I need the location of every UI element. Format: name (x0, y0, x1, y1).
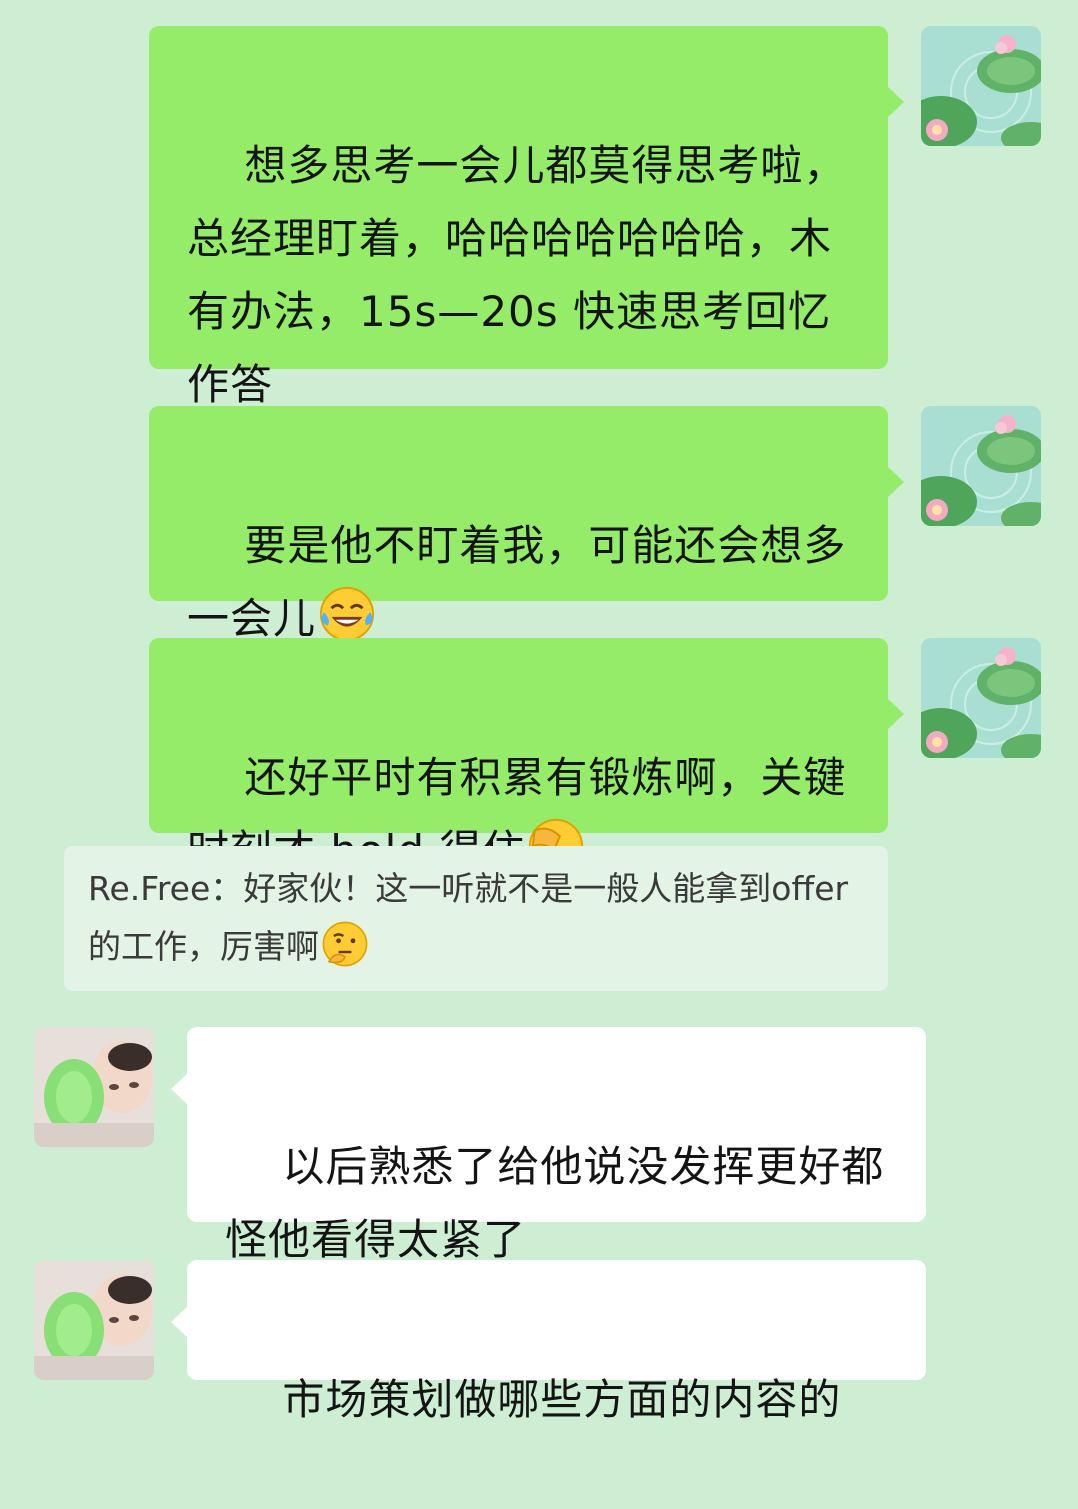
girl-with-bottle-avatar-image (34, 1027, 154, 1147)
avatar-other[interactable] (34, 1260, 154, 1380)
avatar-self[interactable] (921, 406, 1041, 526)
quoted-message[interactable]: Re.Free：好家伙！这一听就不是一般人能拿到offer的工作，厉害啊 (64, 846, 888, 991)
lotus-pond-avatar-image (921, 406, 1041, 526)
message-bubble-outgoing[interactable]: 想多思考一会儿都莫得思考啦，总经理盯着，哈哈哈哈哈哈哈，木有办法，15s—20s… (149, 26, 904, 409)
message-text: 想多思考一会儿都莫得思考啦，总经理盯着，哈哈哈哈哈哈哈，木有办法，15s—20s… (187, 141, 847, 409)
quote-separator: ： (210, 869, 244, 908)
thinking-face-emoji-icon (322, 921, 368, 967)
girl-with-bottle-avatar-image (34, 1260, 154, 1380)
message-bubble-incoming[interactable]: 以后熟悉了给他说没发挥更好都怪他看得太紧了 (171, 1027, 926, 1264)
chat-area: 想多思考一会儿都莫得思考啦，总经理盯着，哈哈哈哈哈哈哈，木有办法，15s—20s… (0, 0, 1078, 1424)
message-text: 以后熟悉了给他说没发挥更好都怪他看得太紧了 (225, 1142, 885, 1264)
message-bubble-outgoing[interactable]: 还好平时有积累有锻炼啊，关键时刻才 hold 得住 (149, 638, 904, 875)
message-text: 要是他不盯着我，可能还会想多一会儿 (187, 521, 847, 643)
lotus-pond-avatar-image (921, 26, 1041, 146)
avatar-self[interactable] (921, 26, 1041, 146)
message-bubble-outgoing[interactable]: 要是他不盯着我，可能还会想多一会儿 (149, 406, 904, 643)
lotus-pond-avatar-image (921, 638, 1041, 758)
avatar-self[interactable] (921, 638, 1041, 758)
message-bubble-incoming[interactable]: 市场策划做哪些方面的内容的 (171, 1260, 926, 1424)
tears-of-joy-emoji-icon (319, 586, 375, 642)
quote-author: Re.Free (88, 869, 211, 908)
avatar-other[interactable] (34, 1027, 154, 1147)
message-text: 市场策划做哪些方面的内容的 (282, 1375, 842, 1424)
